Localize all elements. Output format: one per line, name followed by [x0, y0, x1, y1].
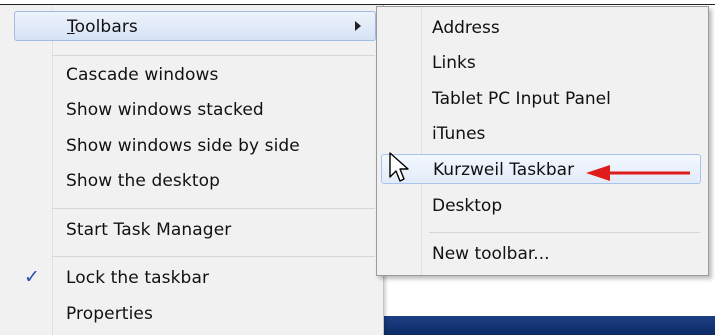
submenu-item-label: New toolbar...: [432, 244, 550, 264]
menu-item-label: Show the desktop: [66, 171, 220, 191]
menu-item-show-the-desktop[interactable]: Show the desktop: [14, 166, 376, 196]
submenu-item-tablet-pc-input-panel[interactable]: Tablet PC Input Panel: [381, 84, 701, 114]
menu-item-label: Toolbars: [67, 17, 138, 37]
submenu-item-itunes[interactable]: iTunes: [381, 119, 701, 149]
submenu-separator: [429, 232, 700, 233]
submenu-item-label: Kurzweil Taskbar: [433, 160, 575, 180]
menu-item-cascade-windows[interactable]: Cascade windows: [14, 60, 376, 90]
submenu-item-label: Address: [432, 18, 500, 38]
submenu-item-address[interactable]: Address: [381, 13, 701, 43]
menu-item-show-windows-side-by-side[interactable]: Show windows side by side: [14, 131, 376, 161]
submenu-item-label: Desktop: [432, 196, 503, 216]
menu-item-label: Properties: [66, 304, 153, 324]
submenu-item-desktop[interactable]: Desktop: [381, 191, 701, 221]
submenu-item-new-toolbar[interactable]: New toolbar...: [381, 239, 701, 269]
menu-item-label: Cascade windows: [66, 65, 219, 85]
mouse-pointer-icon: [389, 152, 409, 182]
menu-item-start-task-manager[interactable]: Start Task Manager: [14, 215, 376, 245]
menu-item-toolbars[interactable]: Toolbars: [14, 11, 376, 41]
submenu-arrow-icon: [355, 21, 361, 31]
menu-item-lock-the-taskbar[interactable]: ✓ Lock the taskbar: [14, 263, 376, 293]
menu-item-properties[interactable]: Properties: [14, 299, 376, 329]
menu-item-show-windows-stacked[interactable]: Show windows stacked: [14, 95, 376, 125]
menu-separator: [52, 55, 375, 56]
toolbars-label-rest: oolbars: [74, 17, 138, 37]
toolbars-submenu: Address Links Tablet PC Input Panel iTun…: [376, 6, 709, 276]
menu-separator: [52, 256, 375, 257]
menu-item-label: Lock the taskbar: [66, 268, 210, 288]
menu-item-label: Start Task Manager: [66, 220, 232, 240]
menu-separator: [52, 208, 375, 209]
submenu-item-label: Links: [432, 53, 476, 73]
menu-item-label: Show windows stacked: [66, 100, 264, 120]
submenu-item-links[interactable]: Links: [381, 48, 701, 78]
submenu-item-label: Tablet PC Input Panel: [432, 89, 611, 109]
menu-item-label: Show windows side by side: [66, 136, 300, 156]
submenu-item-label: iTunes: [432, 124, 486, 144]
taskbar-context-menu: Toolbars Cascade windows Show windows st…: [0, 5, 384, 335]
checkmark-icon: ✓: [24, 266, 40, 288]
red-annotation-arrow-icon: [586, 165, 690, 181]
